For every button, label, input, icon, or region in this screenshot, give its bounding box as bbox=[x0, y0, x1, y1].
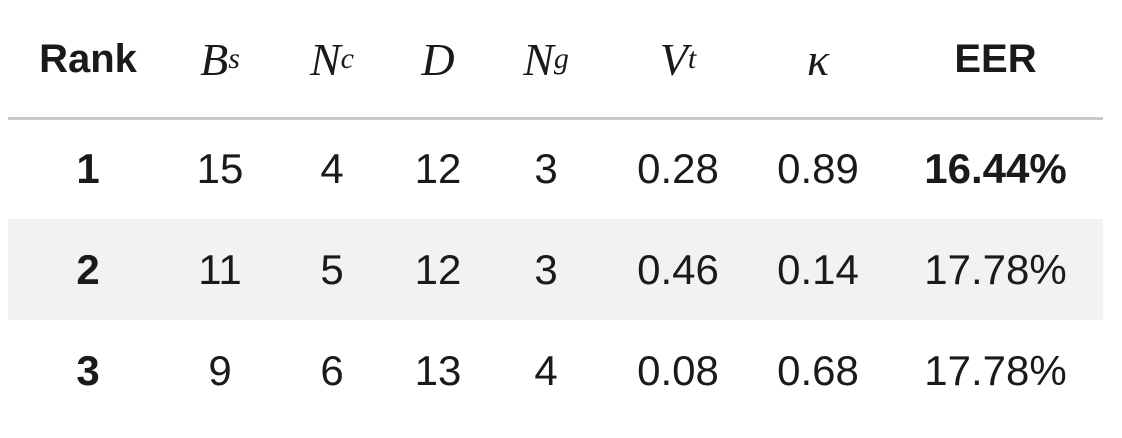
header-ng: Ng bbox=[523, 33, 569, 85]
cell-ng: 3 bbox=[534, 144, 558, 192]
cell-d: 12 bbox=[414, 144, 462, 192]
cell-rank: 1 bbox=[76, 144, 100, 192]
header-divider bbox=[8, 117, 1103, 120]
header-vt: Vt bbox=[659, 33, 697, 85]
cell-kappa: 0.89 bbox=[777, 144, 859, 192]
header-d: D bbox=[421, 33, 455, 85]
cell-vt: 0.28 bbox=[637, 144, 719, 192]
cell-bs: 9 bbox=[208, 346, 232, 394]
header-bs: Bs bbox=[200, 33, 240, 85]
results-table: Rank Bs Nc D Ng Vt κ EER 1 15 4 12 3 0.2… bbox=[8, 0, 1103, 421]
table-header-row: Rank Bs Nc D Ng Vt κ EER bbox=[8, 0, 1103, 118]
cell-d: 13 bbox=[414, 346, 462, 394]
cell-eer: 17.78% bbox=[924, 346, 1067, 394]
cell-nc: 6 bbox=[320, 346, 344, 394]
cell-rank: 2 bbox=[76, 245, 100, 293]
header-nc: Nc bbox=[309, 33, 354, 85]
header-kappa: κ bbox=[806, 33, 830, 85]
cell-nc: 4 bbox=[320, 144, 344, 192]
cell-d: 12 bbox=[414, 245, 462, 293]
table-row: 1 15 4 12 3 0.28 0.89 16.44% bbox=[8, 118, 1103, 219]
cell-vt: 0.46 bbox=[637, 245, 719, 293]
cell-nc: 5 bbox=[320, 245, 344, 293]
cell-eer: 16.44% bbox=[924, 144, 1067, 192]
cell-ng: 3 bbox=[534, 245, 558, 293]
table-row: 2 11 5 12 3 0.46 0.14 17.78% bbox=[8, 219, 1103, 320]
table-row: 3 9 6 13 4 0.08 0.68 17.78% bbox=[8, 320, 1103, 421]
cell-bs: 15 bbox=[196, 144, 244, 192]
cell-kappa: 0.14 bbox=[777, 245, 859, 293]
cell-rank: 3 bbox=[76, 346, 100, 394]
cell-bs: 11 bbox=[198, 245, 242, 293]
cell-ng: 4 bbox=[534, 346, 558, 394]
header-eer: EER bbox=[954, 36, 1037, 81]
cell-kappa: 0.68 bbox=[777, 346, 859, 394]
header-rank: Rank bbox=[39, 36, 137, 81]
cell-vt: 0.08 bbox=[637, 346, 719, 394]
cell-eer: 17.78% bbox=[924, 245, 1067, 293]
